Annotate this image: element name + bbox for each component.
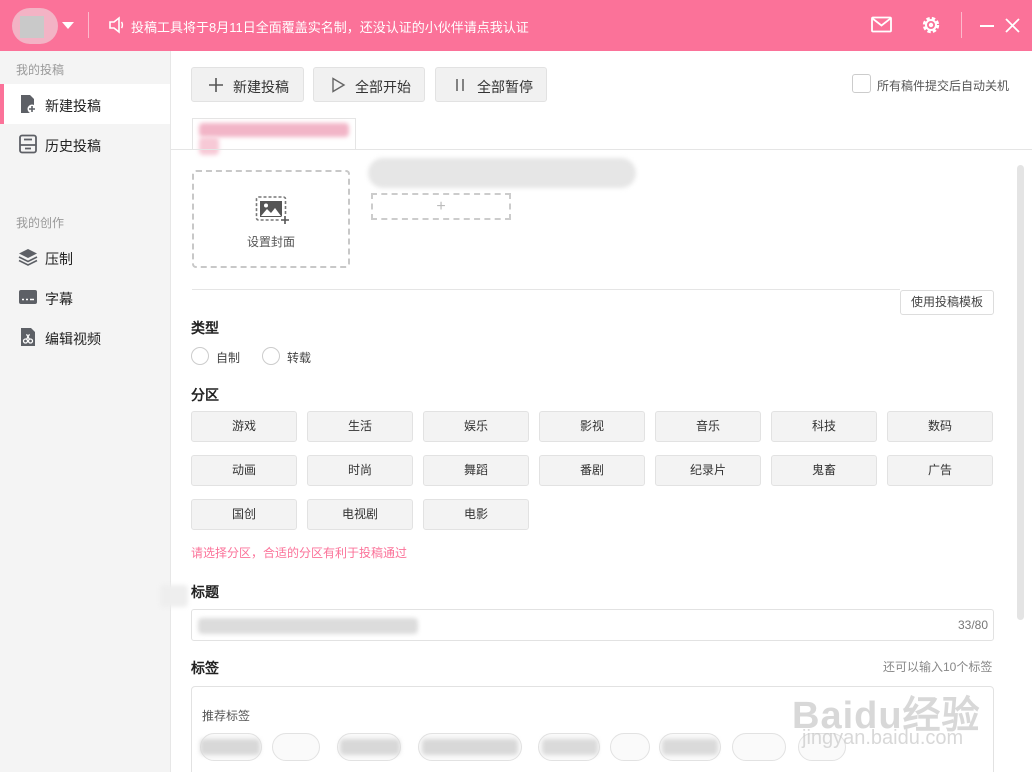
- title-heading: 标题: [191, 584, 219, 600]
- tag-chip[interactable]: [610, 733, 650, 761]
- type-heading: 类型: [191, 320, 219, 336]
- recommended-tags-label: 推荐标签: [202, 709, 251, 723]
- sidebar-item-label: 压制: [45, 251, 73, 267]
- new-post-label: 新建投稿: [233, 79, 289, 95]
- start-all-label: 全部开始: [355, 79, 411, 95]
- category-button[interactable]: 国创: [191, 499, 297, 530]
- blurred-tag: [340, 739, 400, 755]
- sidebar-item-new-post[interactable]: 新建投稿: [0, 84, 170, 124]
- sidebar-item-edit-video[interactable]: 编辑视频: [0, 317, 170, 357]
- scissors-file-icon: [21, 328, 35, 346]
- blurred-tag: [422, 739, 518, 755]
- sidebar-section-my-creation: 我的创作: [16, 216, 65, 230]
- category-button[interactable]: 番剧: [539, 455, 645, 486]
- notice-text[interactable]: 投稿工具将于8月11日全面覆盖实名制，还没认证的小伙伴请点我认证: [131, 17, 529, 36]
- tag-chip[interactable]: [272, 733, 320, 761]
- top-bar: 投稿工具将于8月11日全面覆盖实名制，还没认证的小伙伴请点我认证: [0, 0, 1032, 51]
- category-button[interactable]: 数码: [887, 411, 993, 442]
- sidebar-item-compress[interactable]: 压制: [0, 237, 170, 277]
- category-button[interactable]: 时尚: [307, 455, 413, 486]
- divider: [961, 12, 962, 38]
- tag-chip[interactable]: [732, 733, 786, 761]
- tags-remaining-note: 还可以输入10个标签: [883, 660, 993, 674]
- file-tab[interactable]: [192, 118, 356, 155]
- auto-shutdown-checkbox[interactable]: [852, 74, 871, 93]
- use-template-button[interactable]: 使用投稿模板: [900, 290, 994, 315]
- type-option-label: 转载: [287, 351, 312, 365]
- blurred-filename: [199, 137, 219, 155]
- plus-icon: [209, 78, 223, 92]
- blurred-filename: [199, 123, 349, 137]
- sidebar-item-label: 历史投稿: [45, 138, 101, 154]
- cover-upload[interactable]: 设置封面: [192, 170, 350, 268]
- image-add-icon: [255, 196, 290, 225]
- cover-label: 设置封面: [246, 235, 295, 249]
- divider: [192, 289, 900, 290]
- type-radio-repost[interactable]: [262, 347, 280, 365]
- gear-icon[interactable]: [920, 14, 942, 36]
- category-button[interactable]: 电视剧: [307, 499, 413, 530]
- blurred-tag: [200, 739, 260, 755]
- speaker-icon: [109, 16, 124, 34]
- new-file-icon: [21, 95, 37, 114]
- title-input[interactable]: 33/80: [191, 609, 994, 641]
- sidebar-item-subtitle[interactable]: 字幕: [0, 277, 170, 317]
- layers-icon: [18, 249, 38, 266]
- category-button[interactable]: 娱乐: [423, 411, 529, 442]
- category-heading: 分区: [191, 387, 219, 403]
- divider: [88, 12, 89, 38]
- play-icon: [332, 77, 346, 93]
- sidebar-section-my-posts: 我的投稿: [16, 63, 65, 77]
- pause-all-button[interactable]: 全部暂停: [435, 67, 547, 102]
- pause-all-label: 全部暂停: [477, 79, 533, 95]
- blurred-tag: [542, 739, 598, 755]
- scrollbar[interactable]: [1017, 165, 1024, 620]
- mail-icon[interactable]: [871, 16, 892, 33]
- blurred-area: [160, 585, 188, 607]
- close-icon[interactable]: [1005, 18, 1020, 33]
- sidebar-item-label: 新建投稿: [45, 98, 101, 114]
- type-radio-original[interactable]: [191, 347, 209, 365]
- sidebar-item-label: 字幕: [45, 291, 73, 307]
- category-hint: 请选择分区，合适的分区有利于投稿通过: [191, 546, 408, 560]
- category-button[interactable]: 广告: [887, 455, 993, 486]
- title-counter: 33/80: [957, 618, 988, 632]
- watermark-url: jingyan.baidu.com: [802, 727, 964, 749]
- category-button[interactable]: 游戏: [191, 411, 297, 442]
- sidebar: 我的投稿 新建投稿 历史投稿 我的创作 压制 字幕 编辑视频: [0, 51, 171, 772]
- avatar[interactable]: [12, 8, 58, 44]
- subtitle-icon: [19, 290, 37, 304]
- type-option-label: 自制: [216, 351, 241, 365]
- pause-icon: [456, 79, 464, 91]
- blurred-title-text: [198, 618, 418, 634]
- category-button[interactable]: 纪录片: [655, 455, 761, 486]
- tab-divider: [171, 149, 1032, 150]
- sidebar-item-history[interactable]: 历史投稿: [0, 124, 170, 164]
- category-button[interactable]: 鬼畜: [771, 455, 877, 486]
- category-button[interactable]: 音乐: [655, 411, 761, 442]
- add-file-button[interactable]: +: [371, 193, 511, 220]
- minimize-icon[interactable]: [980, 25, 994, 27]
- category-button[interactable]: 舞蹈: [423, 455, 529, 486]
- start-all-button[interactable]: 全部开始: [313, 67, 425, 102]
- auto-shutdown-label: 所有稿件提交后自动关机: [877, 79, 1010, 93]
- new-post-button[interactable]: 新建投稿: [191, 67, 304, 102]
- category-button[interactable]: 电影: [423, 499, 529, 530]
- blurred-filename-preview: [368, 158, 636, 188]
- category-button[interactable]: 动画: [191, 455, 297, 486]
- blurred-tag: [662, 739, 718, 755]
- sidebar-item-label: 编辑视频: [45, 331, 101, 347]
- category-button[interactable]: 影视: [539, 411, 645, 442]
- chevron-down-icon[interactable]: [62, 22, 74, 29]
- category-button[interactable]: 生活: [307, 411, 413, 442]
- archive-icon: [19, 134, 37, 154]
- category-button[interactable]: 科技: [771, 411, 877, 442]
- tags-heading: 标签: [191, 660, 219, 676]
